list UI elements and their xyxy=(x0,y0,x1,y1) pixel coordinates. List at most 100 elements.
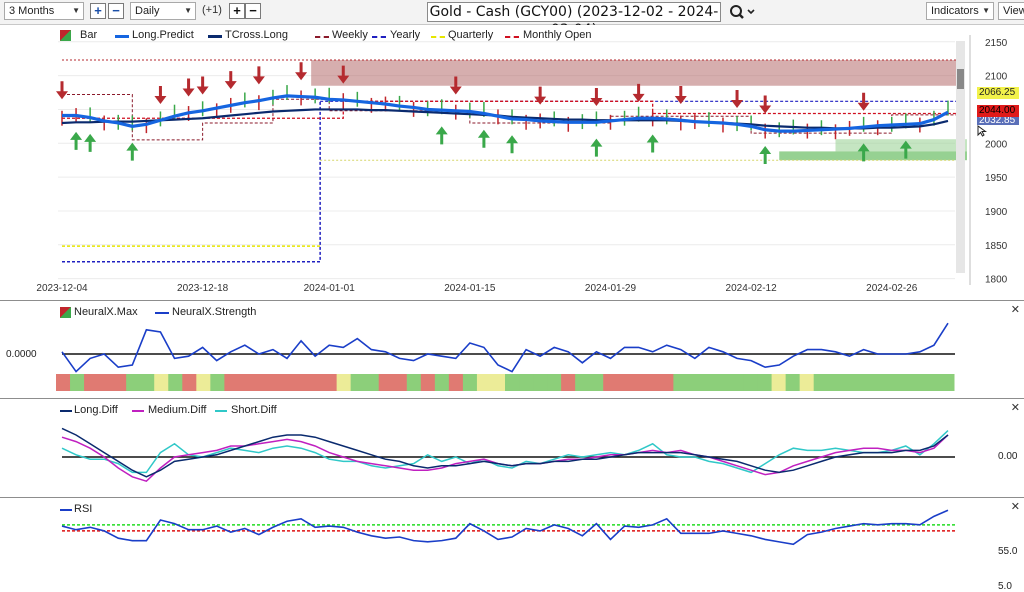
regime-cell xyxy=(911,374,927,391)
zoom-out-button[interactable]: − xyxy=(108,3,124,19)
up-arrow-icon xyxy=(590,138,603,157)
up-arrow-icon xyxy=(759,146,772,165)
medium-diff-swatch xyxy=(132,410,144,412)
yearly-swatch xyxy=(372,36,386,38)
rsi-panel[interactable]: RSI 55.0 5.0 ✕ xyxy=(0,497,1024,592)
search-icon xyxy=(730,5,755,19)
regime-cell xyxy=(364,374,380,391)
down-arrow-icon xyxy=(632,83,645,102)
close-icon[interactable]: ✕ xyxy=(1011,401,1020,414)
regime-cell xyxy=(855,374,871,391)
offset-label: (+1) xyxy=(202,4,222,16)
price-scrollbar[interactable] xyxy=(956,41,965,273)
chevron-down-icon: ▼ xyxy=(72,6,80,15)
legend-neural-max: NeuralX.Max xyxy=(74,306,138,318)
date-tick-label: 2023-12-18 xyxy=(177,283,229,294)
regime-cell xyxy=(939,374,955,391)
interval-select[interactable]: Daily ▼ xyxy=(130,2,196,20)
date-tick-label: 2024-02-26 xyxy=(866,283,918,294)
regime-cell xyxy=(336,374,352,391)
yearly-line xyxy=(62,101,321,263)
regime-cell xyxy=(799,374,815,391)
regime-cell xyxy=(631,374,646,391)
regime-cell xyxy=(266,374,281,391)
regime-cell xyxy=(561,374,576,391)
regime-cell xyxy=(589,374,604,391)
regime-cell xyxy=(673,374,688,391)
symbol-title[interactable]: Gold - Cash (GCY00) (2023-12-02 - 2024-0… xyxy=(427,2,721,38)
regime-cell xyxy=(322,374,338,391)
regime-cell xyxy=(252,374,267,391)
regime-cell xyxy=(448,374,464,391)
rsi-chart xyxy=(61,509,955,546)
price-tick-label: 2000 xyxy=(985,139,1008,150)
range-select[interactable]: 3 Months ▼ xyxy=(4,2,84,20)
regime-cell xyxy=(140,374,155,391)
search-button[interactable] xyxy=(727,2,757,22)
date-tick-label: 2024-01-29 xyxy=(585,283,637,294)
regime-cell xyxy=(533,374,548,391)
regime-cell xyxy=(168,374,183,391)
diff-panel[interactable]: Long.Diff Medium.Diff Short.Diff 0.00 ✕ xyxy=(0,398,1024,498)
indicators-label: Indicators xyxy=(931,5,979,17)
price-tick-label: 2150 xyxy=(985,38,1008,49)
regime-cell xyxy=(827,374,843,391)
regime-cell xyxy=(84,374,99,391)
date-tick-label: 2024-02-12 xyxy=(726,283,778,294)
regime-cell xyxy=(308,374,324,391)
offset-plus-button[interactable]: + xyxy=(229,3,245,19)
legend-quarterly: Quarterly xyxy=(448,29,494,41)
regime-cell xyxy=(196,374,211,391)
regime-cell xyxy=(659,374,674,391)
regime-cell xyxy=(98,374,113,391)
neural-panel[interactable]: NeuralX.Max NeuralX.Strength 0.0000 ✕ xyxy=(0,300,1024,399)
legend-weekly: Weekly xyxy=(332,29,368,41)
regime-cell xyxy=(841,374,857,391)
indicators-button[interactable]: Indicators ▼ xyxy=(926,2,994,20)
down-arrow-icon xyxy=(590,87,603,106)
regime-cell xyxy=(575,374,590,391)
down-arrow-icon xyxy=(56,81,68,100)
hidden-price-label: 2032.85 xyxy=(977,117,1019,125)
legend-medium-diff: Medium.Diff xyxy=(148,404,207,416)
down-arrow-icon xyxy=(295,62,308,81)
date-tick-label: 2024-01-01 xyxy=(304,283,356,294)
regime-cell xyxy=(126,374,141,391)
short-diff-line xyxy=(61,430,949,474)
up-arrow-icon xyxy=(506,135,519,154)
regime-cell xyxy=(757,374,773,391)
regime-cell xyxy=(462,374,478,391)
resistance-zone xyxy=(311,60,966,86)
regime-cell xyxy=(294,374,310,391)
price-scrollbar-thumb[interactable] xyxy=(957,69,964,89)
regime-cell xyxy=(70,374,85,391)
down-arrow-icon xyxy=(196,76,209,95)
price-panel[interactable]: 180018501900195020002050210021502023-12-… xyxy=(0,25,1024,300)
zoom-in-button[interactable]: + xyxy=(90,3,106,19)
short-diff-swatch xyxy=(215,410,227,412)
offset-minus-button[interactable]: − xyxy=(245,3,261,19)
regime-cell xyxy=(925,374,941,391)
view-button[interactable]: View xyxy=(998,2,1024,20)
date-tick-label: 2023-12-04 xyxy=(36,283,88,294)
regime-cell xyxy=(476,374,492,391)
regime-cell xyxy=(350,374,366,391)
up-arrow-icon xyxy=(126,142,139,161)
regime-cell xyxy=(687,374,702,391)
legend-tcross-long: TCross.Long xyxy=(225,29,288,41)
regime-cell xyxy=(883,374,899,391)
legend-long-diff: Long.Diff xyxy=(74,404,118,416)
regime-cell xyxy=(813,374,829,391)
close-icon[interactable]: ✕ xyxy=(1011,500,1020,513)
close-icon[interactable]: ✕ xyxy=(1011,303,1020,316)
price-tick-label: 1800 xyxy=(985,275,1008,286)
neural-max-icon xyxy=(60,307,71,318)
regime-cell xyxy=(56,374,71,391)
quarterly-swatch xyxy=(431,36,445,38)
legend-long-predict: Long.Predict xyxy=(132,29,194,41)
view-label: View xyxy=(1003,5,1024,17)
regime-cell xyxy=(182,374,197,391)
legend-bar: Bar xyxy=(80,29,98,41)
regime-cell xyxy=(603,374,618,391)
monthly-open-price-label: 2044.00 xyxy=(977,105,1019,117)
